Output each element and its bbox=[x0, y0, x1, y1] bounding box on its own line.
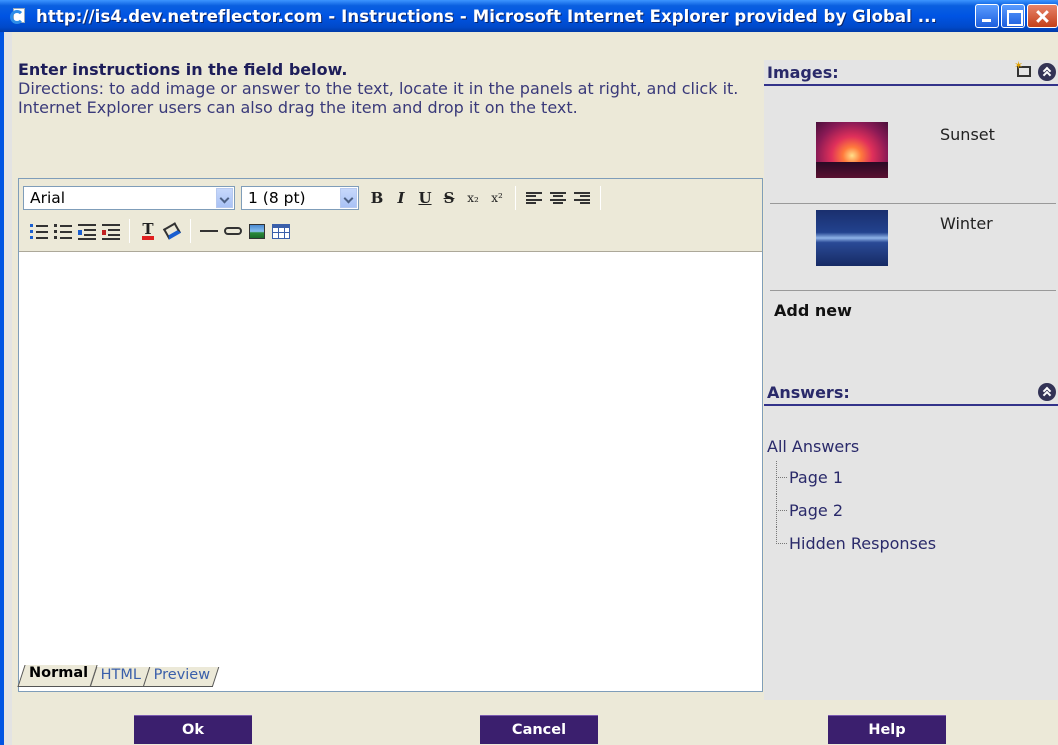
instructions-directions: Directions: to add image or answer to th… bbox=[18, 79, 739, 117]
align-center-icon bbox=[550, 191, 566, 205]
sunset-thumbnail bbox=[816, 122, 888, 178]
link-icon bbox=[224, 227, 242, 235]
divider bbox=[770, 290, 1056, 291]
tree-item-hidden-responses[interactable]: Hidden Responses bbox=[767, 527, 936, 560]
background-color-button[interactable] bbox=[160, 219, 184, 243]
cancel-button[interactable]: Cancel bbox=[480, 715, 598, 744]
font-size-select[interactable]: 1 (8 pt) bbox=[241, 186, 359, 210]
strikethrough-button[interactable]: S bbox=[437, 186, 461, 210]
italic-button[interactable]: I bbox=[389, 186, 413, 210]
collapse-icon[interactable] bbox=[1038, 383, 1056, 401]
superscript-button[interactable]: x² bbox=[485, 186, 509, 210]
images-panel-header: Images: ✶ bbox=[764, 60, 1058, 86]
winter-thumbnail bbox=[816, 210, 888, 266]
font-name-value: Arial bbox=[30, 189, 66, 207]
chevron-down-icon bbox=[340, 188, 357, 208]
insert-table-button[interactable] bbox=[269, 219, 293, 243]
minimize-button[interactable] bbox=[975, 4, 999, 28]
help-button[interactable]: Help bbox=[828, 715, 946, 744]
align-center-button[interactable] bbox=[546, 186, 570, 210]
unordered-list-icon bbox=[54, 223, 72, 239]
image-name: Sunset bbox=[940, 125, 995, 144]
underline-button[interactable]: U bbox=[413, 186, 437, 210]
ok-button[interactable]: Ok bbox=[134, 715, 252, 744]
tab-html[interactable]: HTML bbox=[89, 667, 151, 687]
tab-normal[interactable]: Normal bbox=[17, 665, 98, 687]
font-name-select[interactable]: Arial bbox=[23, 186, 235, 210]
text-color-button[interactable]: T bbox=[136, 219, 160, 243]
answers-tree: All Answers Page 1 Page 2 Hidden Respons… bbox=[767, 437, 936, 560]
editor-bottom-gap bbox=[18, 692, 763, 700]
outdent-icon bbox=[78, 223, 96, 240]
ordered-list-icon bbox=[30, 223, 48, 239]
ie-page-icon bbox=[10, 7, 28, 25]
tree-root-all-answers[interactable]: All Answers bbox=[767, 437, 936, 461]
tab-preview[interactable]: Preview bbox=[143, 667, 221, 687]
close-button[interactable] bbox=[1027, 4, 1058, 28]
right-panel: Images: ✶ Sunset Winter Add new Answers:… bbox=[764, 60, 1058, 700]
answers-panel-title: Answers: bbox=[767, 383, 850, 402]
bold-button[interactable]: B bbox=[365, 186, 389, 210]
table-icon bbox=[272, 223, 290, 239]
align-right-icon bbox=[574, 191, 590, 205]
collapse-icon[interactable] bbox=[1038, 63, 1056, 81]
insert-link-button[interactable] bbox=[221, 219, 245, 243]
unordered-list-button[interactable] bbox=[51, 219, 75, 243]
image-item[interactable]: Sunset bbox=[772, 108, 1056, 188]
instructions-block: Enter instructions in the field below. D… bbox=[18, 60, 763, 117]
image-item[interactable]: Winter bbox=[772, 206, 1056, 286]
instructions-heading: Enter instructions in the field below. bbox=[18, 60, 348, 79]
ordered-list-button[interactable] bbox=[27, 219, 51, 243]
toolbar-separator bbox=[129, 219, 130, 243]
tree-item-page-1[interactable]: Page 1 bbox=[767, 461, 936, 494]
answers-panel-header: Answers: bbox=[764, 380, 1058, 406]
editor-mode-tabs: Normal HTML Preview bbox=[17, 665, 221, 687]
tree-item-page-2[interactable]: Page 2 bbox=[767, 494, 936, 527]
align-left-icon bbox=[526, 191, 542, 205]
outdent-button[interactable] bbox=[75, 219, 99, 243]
new-image-icon[interactable]: ✶ bbox=[1014, 60, 1032, 78]
subscript-button[interactable]: x₂ bbox=[461, 186, 485, 210]
images-panel-title: Images: bbox=[767, 63, 839, 82]
toolbar-separator bbox=[600, 186, 601, 210]
window-frame-left bbox=[0, 32, 12, 745]
font-size-value: 1 (8 pt) bbox=[248, 189, 306, 207]
maximize-button[interactable] bbox=[1001, 4, 1025, 28]
indent-button[interactable] bbox=[99, 219, 123, 243]
horizontal-rule-button[interactable] bbox=[197, 219, 221, 243]
rich-text-editor: Arial 1 (8 pt) B I U S x₂ x² T Normal HT… bbox=[17, 178, 763, 692]
add-new-image-link[interactable]: Add new bbox=[774, 301, 852, 320]
text-color-icon: T bbox=[142, 220, 154, 240]
align-left-button[interactable] bbox=[522, 186, 546, 210]
insert-image-button[interactable] bbox=[245, 219, 269, 243]
editor-toolbar: Arial 1 (8 pt) B I U S x₂ x² T bbox=[19, 179, 762, 252]
image-name: Winter bbox=[940, 214, 993, 233]
chevron-down-icon bbox=[216, 188, 233, 208]
divider bbox=[770, 203, 1056, 204]
toolbar-separator bbox=[190, 219, 191, 243]
toolbar-separator bbox=[515, 186, 516, 210]
align-right-button[interactable] bbox=[570, 186, 594, 210]
editor-content-area[interactable] bbox=[19, 252, 762, 662]
indent-icon bbox=[102, 223, 120, 240]
horizontal-rule-icon bbox=[200, 230, 218, 232]
window-title: http://is4.dev.netreflector.com - Instru… bbox=[36, 6, 937, 26]
paint-bucket-icon bbox=[162, 222, 182, 240]
window-title-bar: http://is4.dev.netreflector.com - Instru… bbox=[0, 0, 1058, 32]
image-icon bbox=[249, 223, 265, 239]
